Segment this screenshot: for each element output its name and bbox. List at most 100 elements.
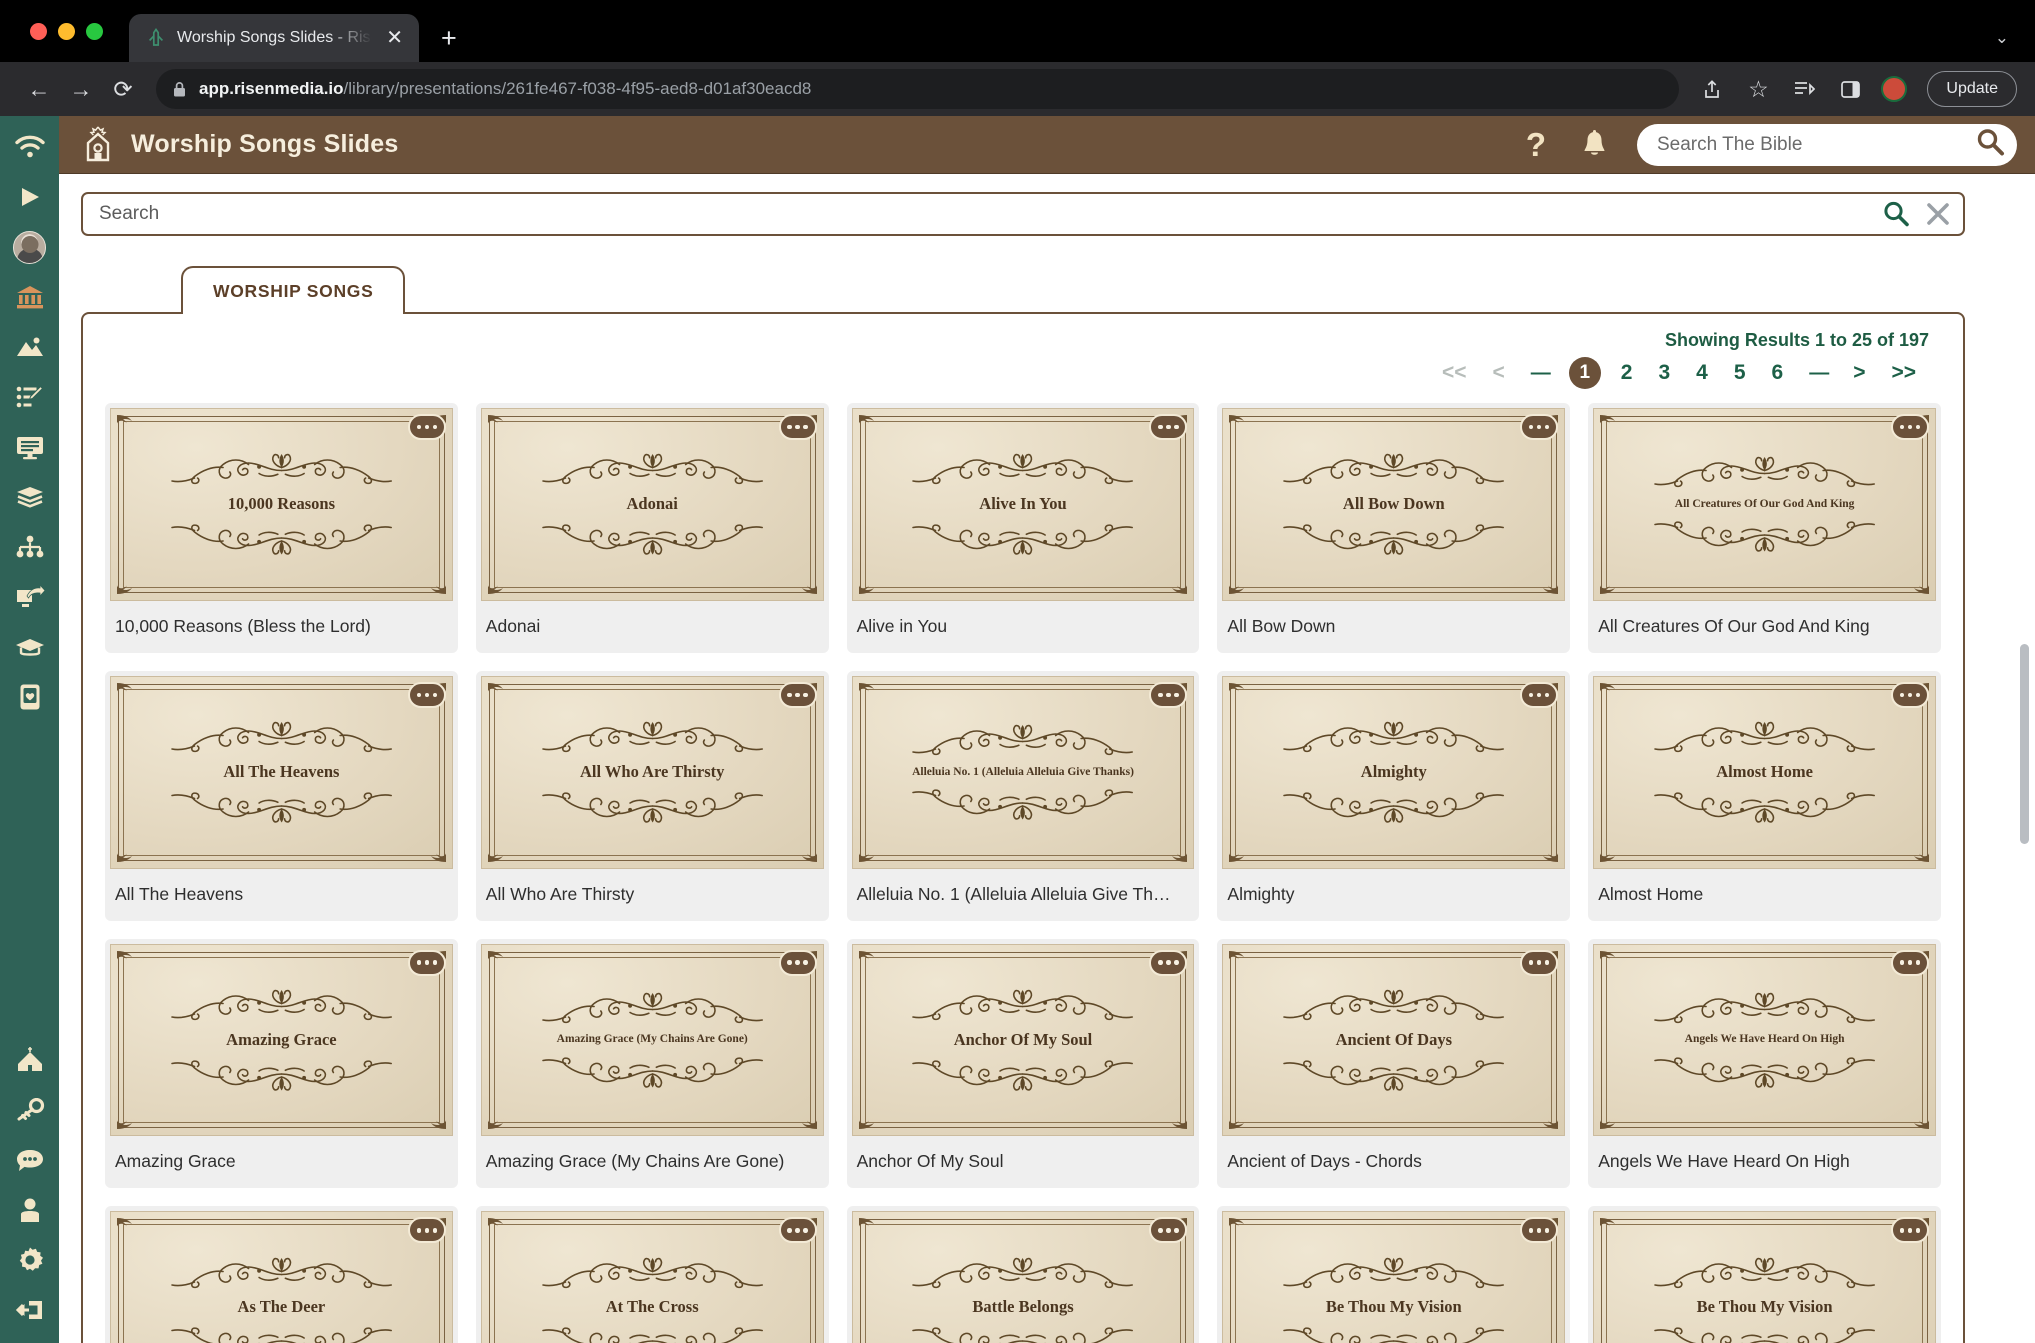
slide-card[interactable]: 10,000 Reasons 10,000 Reasons (Bless the…	[105, 403, 458, 653]
back-button[interactable]: ←	[18, 68, 60, 110]
search-box[interactable]	[81, 192, 1965, 236]
slide-card[interactable]: At The Cross	[475, 1206, 829, 1343]
slide-options-button[interactable]	[1149, 949, 1188, 976]
minimize-window-button[interactable]	[58, 22, 75, 40]
slide-card[interactable]: Alive In You Alive in You	[846, 403, 1200, 653]
slide-options-button[interactable]	[1520, 681, 1559, 708]
sidebar-item-library[interactable]	[0, 472, 59, 522]
page-button-2[interactable]: 2	[1608, 361, 1646, 385]
sidebar-item-wifi[interactable]	[0, 122, 59, 172]
slide-options-button[interactable]	[778, 681, 817, 708]
slide-options-button[interactable]	[1149, 1217, 1188, 1244]
sidebar-item-teams[interactable]	[0, 522, 59, 572]
slide-card[interactable]: Alleluia No. 1 (Alleluia Alleluia Give T…	[846, 670, 1200, 921]
slide-card[interactable]: All Bow Down All Bow Down	[1217, 403, 1571, 653]
share-icon[interactable]	[1691, 68, 1733, 110]
slide-thumbnail[interactable]: Be Thou My Vision	[1217, 1206, 1570, 1343]
slide-options-button[interactable]	[1520, 414, 1559, 440]
slide-thumbnail[interactable]: All Bow Down	[1217, 403, 1570, 606]
slide-card[interactable]: Amazing Grace Amazing Grace	[105, 938, 458, 1189]
sidebar-item-plans[interactable]	[0, 372, 59, 422]
slide-card[interactable]: Adonai Adonai	[475, 403, 829, 653]
sidebar-item-church[interactable]	[0, 1035, 59, 1085]
sidebar-item-media[interactable]	[0, 322, 59, 372]
slide-card[interactable]: Battle Belongs	[846, 1206, 1200, 1343]
sidebar-item-training[interactable]	[0, 622, 59, 672]
search-input[interactable]	[99, 203, 1871, 225]
bible-search-input[interactable]	[1657, 133, 1975, 156]
slide-thumbnail[interactable]: Almost Home	[1588, 671, 1941, 874]
slide-options-button[interactable]	[407, 681, 446, 708]
page-button-1[interactable]: 1	[1568, 357, 1601, 389]
profile-avatar[interactable]	[1881, 76, 1908, 102]
sidebar-item-giving[interactable]	[0, 672, 59, 722]
slide-options-button[interactable]	[1890, 1217, 1929, 1244]
slide-thumbnail[interactable]: All Creatures Of Our God And King	[1588, 403, 1941, 606]
page-button-3[interactable]: 3	[1645, 361, 1683, 385]
slide-thumbnail[interactable]: Anchor Of My Soul	[847, 939, 1200, 1142]
slide-thumbnail[interactable]: Alive In You	[847, 403, 1200, 606]
close-icon[interactable]	[1921, 200, 1955, 228]
slide-options-button[interactable]	[1890, 681, 1929, 708]
slide-thumbnail[interactable]: Amazing Grace	[105, 939, 458, 1142]
slide-options-button[interactable]	[1890, 949, 1929, 976]
sidebar-item-messages[interactable]	[0, 1135, 59, 1185]
last-page-button[interactable]: >>	[1878, 361, 1929, 385]
risen-crown-icon[interactable]	[81, 126, 115, 164]
search-icon[interactable]	[1975, 127, 2005, 162]
slide-card[interactable]: Ancient Of Days Ancient of Days - Chords	[1217, 938, 1571, 1189]
chevron-down-icon[interactable]: ⌄	[1995, 28, 2009, 48]
slide-thumbnail[interactable]: At The Cross	[476, 1206, 829, 1343]
slide-card[interactable]: All Who Are Thirsty All Who Are Thirsty	[475, 670, 829, 921]
slide-card[interactable]: Be Thou My Vision	[1588, 1206, 1941, 1343]
slide-card[interactable]: Almost Home Almost Home	[1588, 670, 1941, 921]
slide-options-button[interactable]	[407, 1217, 446, 1244]
search-icon[interactable]	[1879, 200, 1913, 228]
prev-page-button[interactable]: <	[1480, 361, 1518, 385]
slide-options-button[interactable]	[1149, 414, 1188, 440]
next-page-button[interactable]: >	[1840, 361, 1878, 385]
slide-thumbnail[interactable]: All The Heavens	[105, 671, 458, 874]
slide-thumbnail[interactable]: Angels We Have Heard On High	[1588, 939, 1941, 1142]
page-button-5[interactable]: 5	[1721, 361, 1759, 385]
sidebar-item-signout[interactable]	[0, 1285, 59, 1335]
slide-card[interactable]: As The Deer	[105, 1206, 458, 1343]
slide-thumbnail[interactable]: 10,000 Reasons	[105, 403, 458, 606]
slide-options-button[interactable]	[407, 949, 446, 976]
slide-options-button[interactable]	[778, 1217, 817, 1244]
slide-thumbnail[interactable]: As The Deer	[105, 1206, 458, 1343]
close-window-button[interactable]	[30, 22, 47, 40]
bookmark-icon[interactable]: ☆	[1737, 68, 1779, 110]
close-icon[interactable]: ✕	[382, 26, 407, 50]
slide-options-button[interactable]	[407, 414, 446, 440]
bible-search-box[interactable]	[1637, 123, 2017, 166]
sidebar-item-settings[interactable]	[0, 1235, 59, 1285]
slide-card[interactable]: All Creatures Of Our God And King All Cr…	[1588, 403, 1941, 653]
slide-options-button[interactable]	[1890, 414, 1929, 440]
slide-options-button[interactable]	[778, 414, 817, 440]
slide-card[interactable]: Amazing Grace (My Chains Are Gone) Amazi…	[475, 938, 829, 1189]
sidebar-item-play[interactable]	[0, 172, 59, 222]
page-button-4[interactable]: 4	[1683, 361, 1721, 385]
slide-options-button[interactable]	[778, 949, 817, 976]
slide-thumbnail[interactable]: Battle Belongs	[847, 1206, 1200, 1343]
first-page-button[interactable]: <<	[1429, 361, 1480, 385]
slide-card[interactable]: Angels We Have Heard On High Angels We H…	[1588, 938, 1941, 1189]
scrollbar-thumb[interactable]	[2020, 644, 2029, 844]
browser-tab[interactable]: Worship Songs Slides - Risen M ✕	[129, 14, 419, 62]
slide-thumbnail[interactable]: Alleluia No. 1 (Alleluia Alleluia Give T…	[847, 671, 1200, 874]
slide-card[interactable]: Be Thou My Vision	[1217, 1206, 1571, 1343]
slide-thumbnail[interactable]: Ancient Of Days	[1217, 939, 1570, 1142]
slide-options-button[interactable]	[1520, 949, 1559, 976]
bell-icon[interactable]	[1573, 124, 1615, 166]
sidebar-item-broadcast[interactable]	[0, 572, 59, 622]
maximize-window-button[interactable]	[86, 22, 103, 40]
sidebar-item-permissions[interactable]	[0, 1085, 59, 1135]
slide-thumbnail[interactable]: Amazing Grace (My Chains Are Gone)	[476, 939, 829, 1142]
slide-card[interactable]: Almighty Almighty	[1217, 670, 1571, 921]
slide-thumbnail[interactable]: All Who Are Thirsty	[476, 671, 829, 874]
new-tab-button[interactable]: +	[441, 25, 457, 52]
sidebar-item-slides[interactable]	[0, 422, 59, 472]
address-bar[interactable]: app.risenmedia.io/library/presentations/…	[156, 69, 1680, 109]
update-button[interactable]: Update	[1927, 71, 2017, 107]
